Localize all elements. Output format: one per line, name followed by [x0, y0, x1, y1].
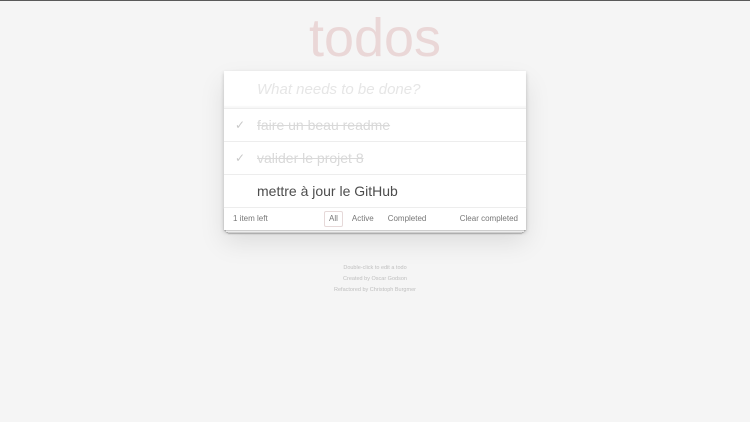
- window-top-border: [0, 0, 750, 1]
- info-edit-hint: Double-click to edit a todo: [343, 265, 407, 271]
- new-todo-header: [224, 71, 526, 109]
- todo-label[interactable]: mettre à jour le GitHub: [257, 175, 398, 207]
- filter-completed[interactable]: Completed: [383, 211, 432, 227]
- check-icon[interactable]: ✓: [230, 148, 250, 168]
- todo-footer: 1 item left All Active Completed Clear c…: [224, 208, 526, 230]
- info-footer: Double-click to edit a todo Created by O…: [0, 263, 750, 296]
- filters: All Active Completed: [322, 211, 433, 227]
- todo-label[interactable]: faire un beau readme: [257, 109, 390, 141]
- todo-label[interactable]: valider le projet 8: [257, 142, 364, 174]
- todo-item[interactable]: mettre à jour le GitHub: [224, 175, 526, 208]
- app-title: todos: [308, 8, 442, 68]
- todo-list: ✓ faire un beau readme ✓ valider le proj…: [224, 109, 526, 208]
- filter-active[interactable]: Active: [347, 211, 379, 227]
- check-icon[interactable]: ✓: [230, 115, 250, 135]
- todo-count: 1 item left: [233, 214, 268, 223]
- filter-all[interactable]: All: [324, 211, 343, 227]
- new-todo-input[interactable]: [224, 71, 526, 108]
- todo-app: ✓ faire un beau readme ✓ valider le proj…: [224, 71, 526, 230]
- clear-completed-button[interactable]: Clear completed: [460, 208, 518, 230]
- toggle-checkbox[interactable]: [230, 181, 250, 201]
- todo-item[interactable]: ✓ valider le projet 8: [224, 142, 526, 175]
- todo-item[interactable]: ✓ faire un beau readme: [224, 109, 526, 142]
- info-created-by: Created by Oscar Godson: [343, 276, 407, 282]
- info-refactored-by: Refactored by Christoph Burgmer: [334, 287, 416, 293]
